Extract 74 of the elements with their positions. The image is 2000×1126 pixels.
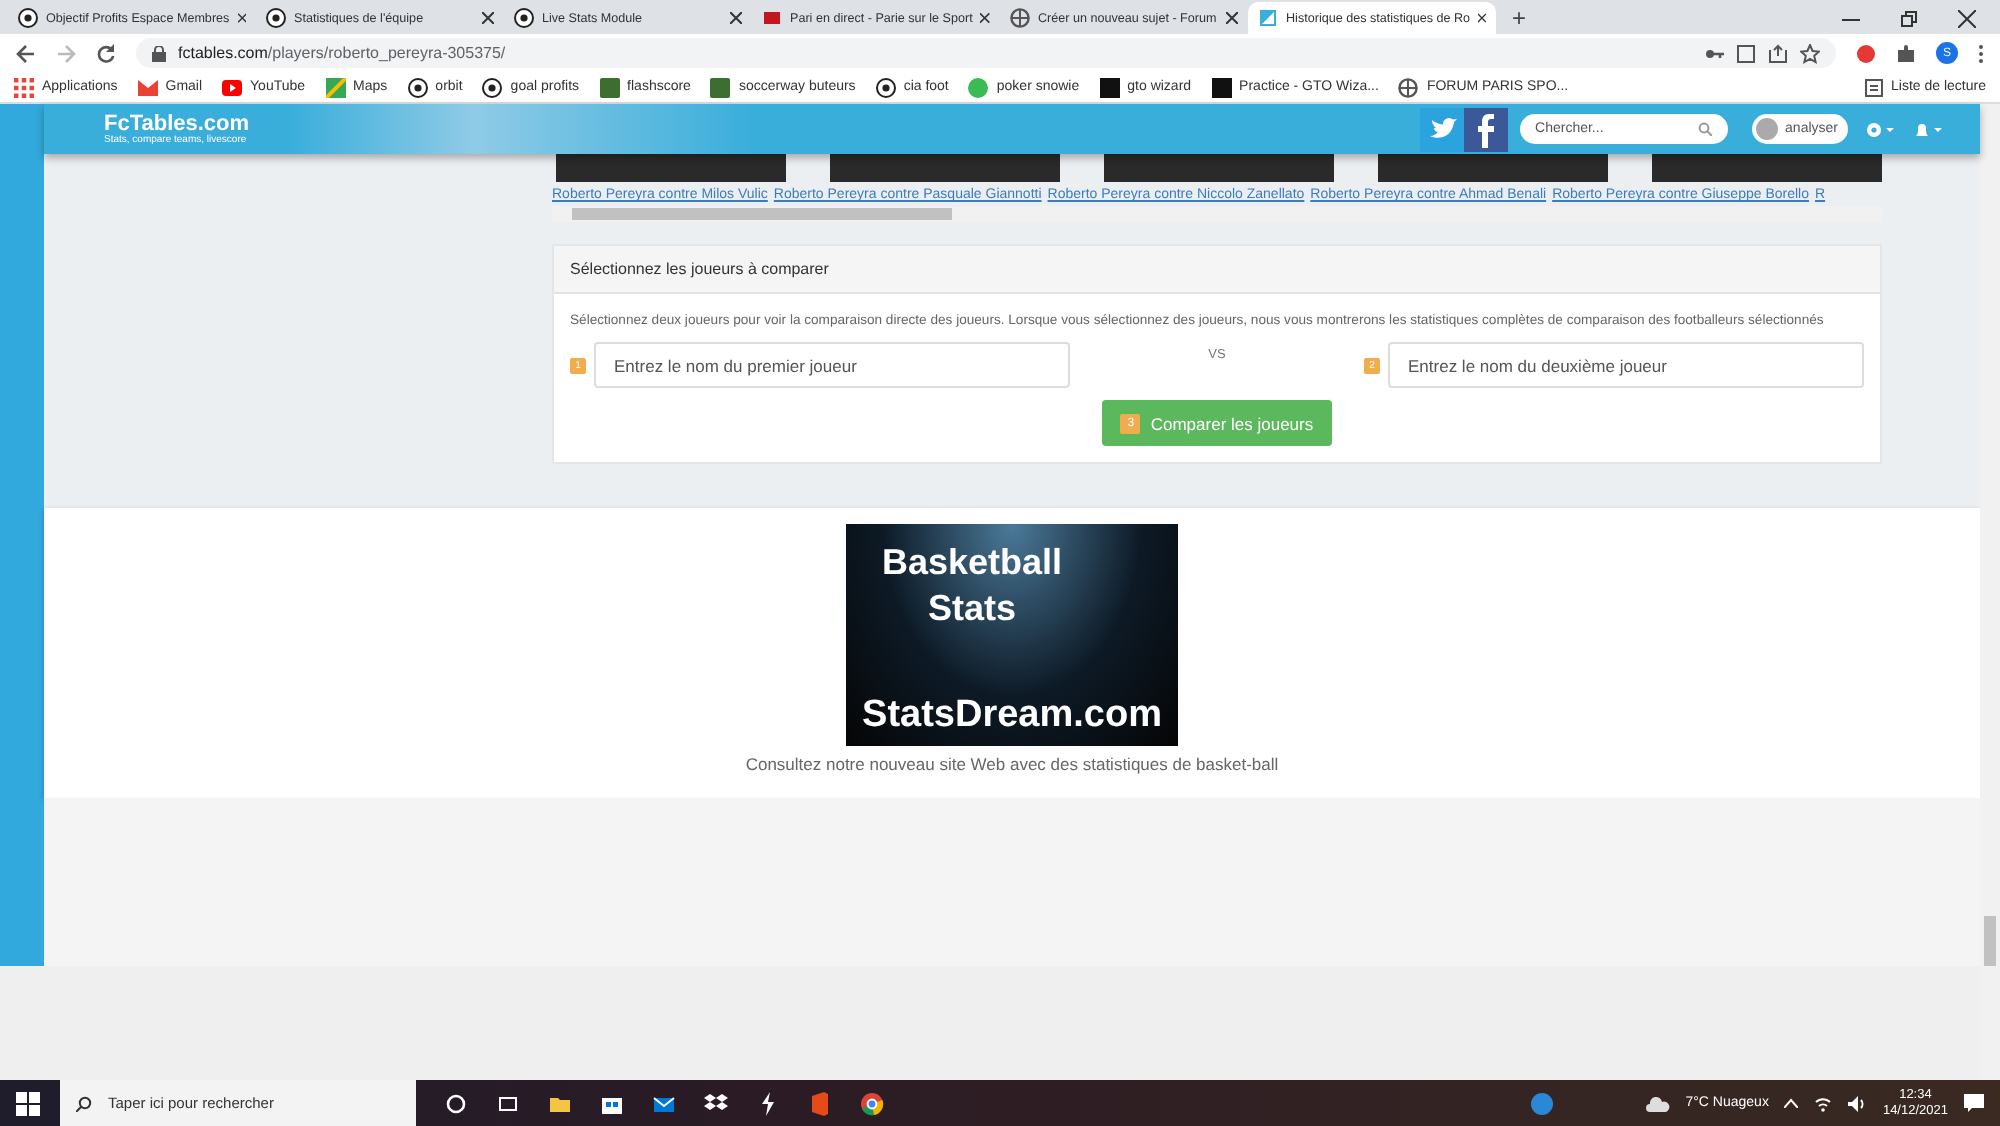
soccer-ball-icon <box>407 77 428 97</box>
banner-title: Basketball Stats <box>879 540 1065 630</box>
lightning-icon[interactable] <box>756 1091 780 1115</box>
apps-grid-icon <box>14 77 34 97</box>
cloud-icon <box>1645 1095 1670 1111</box>
square-icon <box>1211 77 1232 97</box>
square-icon <box>1099 77 1120 97</box>
more-icon[interactable] <box>1978 43 1984 63</box>
new-tab-button[interactable]: + <box>1496 2 1543 34</box>
avatar-icon <box>1755 118 1778 140</box>
square-icon <box>710 77 731 97</box>
address-bar[interactable]: fctables.com/players/roberto_pereyra-305375/ <box>136 38 1836 68</box>
player-input[interactable]: Entrez le nom du deuxième joueur <box>1388 342 1864 388</box>
dropbox-icon[interactable] <box>704 1091 728 1115</box>
bird-icon[interactable] <box>1419 107 1464 151</box>
office-icon[interactable] <box>808 1091 832 1115</box>
lock-icon <box>152 45 166 61</box>
close-icon[interactable] <box>237 12 246 24</box>
player-input[interactable]: Entrez le nom du premier joueur <box>594 342 1070 388</box>
close-icon[interactable] <box>1958 9 1976 27</box>
circle-icon <box>968 77 989 97</box>
video-thumbnail[interactable] <box>556 154 786 182</box>
banner-domain: StatsDream.com <box>862 694 1162 738</box>
video-thumbnail[interactable] <box>830 154 1060 182</box>
restore-icon[interactable] <box>1900 9 1918 27</box>
back-arrow-icon[interactable] <box>16 43 36 63</box>
gear-icon[interactable] <box>1864 119 1896 139</box>
close-icon[interactable] <box>482 12 494 24</box>
map-icon <box>325 77 346 97</box>
promo-caption: Consultez notre nouveau site Web avec des statistiques de basket-ball <box>745 754 1279 774</box>
mail-icon <box>137 77 158 97</box>
soccer-ball-icon <box>18 8 38 28</box>
soccer-ball-icon <box>514 8 534 28</box>
puzzle-icon[interactable] <box>1896 43 1916 63</box>
speaker-icon[interactable] <box>1848 1095 1867 1111</box>
close-icon[interactable] <box>730 12 742 24</box>
reading-list-icon <box>1863 77 1884 97</box>
soccer-ball-icon <box>875 77 896 97</box>
search-icon <box>76 1095 92 1111</box>
bell-icon[interactable] <box>1912 119 1944 139</box>
chart-icon <box>1258 8 1278 28</box>
logo-icon <box>762 8 782 28</box>
soccer-ball-icon <box>266 8 286 28</box>
letter-f-icon[interactable] <box>1463 107 1508 151</box>
horizontal-scrollbar[interactable] <box>552 206 1882 222</box>
card-title: Sélectionnez les joueurs à comparer <box>554 246 1880 294</box>
video-thumbnail[interactable] <box>1104 154 1334 182</box>
translate-icon[interactable] <box>1736 43 1756 63</box>
chrome-icon[interactable] <box>860 1091 884 1115</box>
video-thumbnail[interactable] <box>1378 154 1608 182</box>
chevron-up-icon[interactable] <box>1784 1098 1799 1108</box>
star-icon[interactable] <box>1800 43 1820 63</box>
vertical-scrollbar[interactable] <box>1980 104 2000 1080</box>
notification-icon[interactable] <box>1964 1094 1984 1112</box>
wifi-icon[interactable] <box>1814 1095 1833 1111</box>
extension-icon[interactable] <box>1856 43 1876 63</box>
play-icon <box>222 77 243 97</box>
windows-logo-icon[interactable] <box>16 1091 40 1115</box>
video-thumbnail[interactable] <box>1652 154 1882 182</box>
circle-icon[interactable] <box>444 1091 468 1115</box>
close-icon[interactable] <box>1478 12 1486 24</box>
search-icon[interactable] <box>1697 122 1712 136</box>
globe-icon <box>1398 77 1419 97</box>
soccer-ball-icon <box>482 77 503 97</box>
globe-icon <box>1010 8 1030 28</box>
mail-icon[interactable] <box>652 1091 676 1115</box>
reload-icon[interactable] <box>96 43 116 63</box>
help-icon[interactable] <box>1529 1091 1554 1115</box>
banner-ad[interactable]: Basketball Stats StatsDream.com <box>846 524 1178 746</box>
square-icon <box>599 77 620 97</box>
close-icon[interactable] <box>980 12 990 24</box>
close-icon[interactable] <box>1226 12 1238 24</box>
task-view-icon[interactable] <box>496 1091 520 1115</box>
share-icon[interactable] <box>1768 43 1788 63</box>
